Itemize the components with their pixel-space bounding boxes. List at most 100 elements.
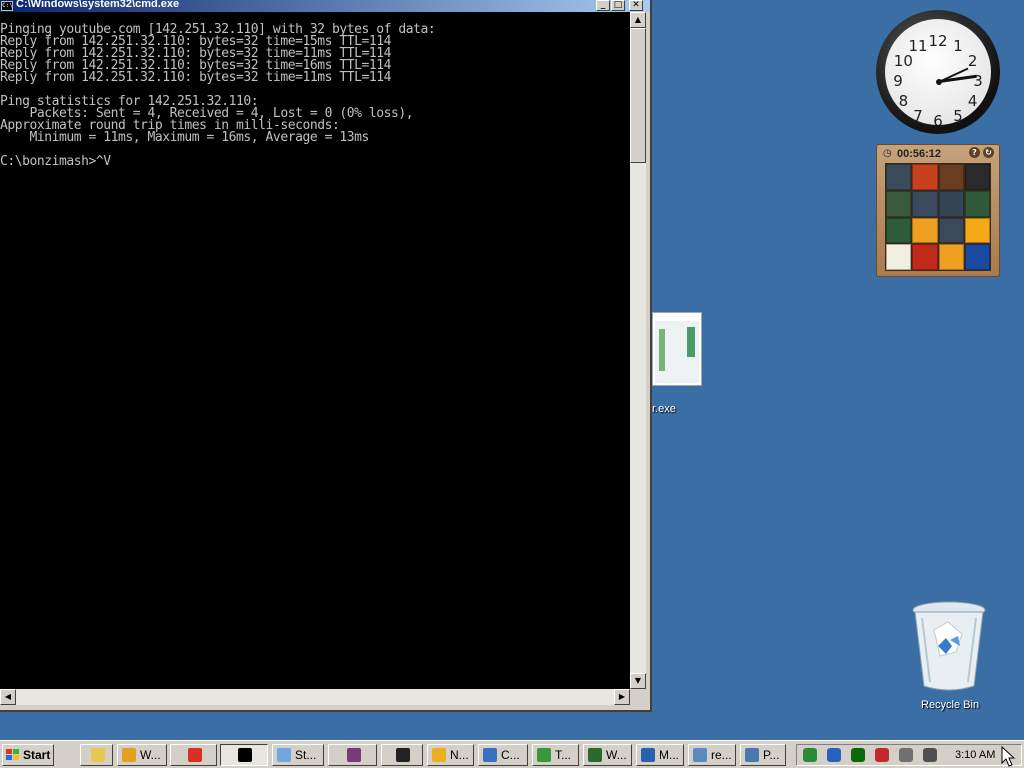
scroll-corner bbox=[630, 689, 646, 705]
puzzle-tile[interactable] bbox=[964, 244, 990, 270]
help-icon[interactable]: ? bbox=[969, 147, 980, 158]
puzzle-tile[interactable] bbox=[938, 217, 964, 244]
settings-icon bbox=[693, 748, 707, 762]
taskbar-button-label: re... bbox=[711, 748, 732, 762]
clock-number: 6 bbox=[933, 112, 943, 130]
cmd-icon bbox=[238, 748, 252, 762]
taskbar-button-label: T... bbox=[555, 748, 572, 762]
folder-icon bbox=[90, 748, 105, 762]
puzzle-tile[interactable] bbox=[912, 217, 938, 244]
winrar-icon bbox=[346, 748, 361, 762]
scroll-down-arrow[interactable]: ▼ bbox=[630, 673, 646, 689]
puzzle-tile[interactable] bbox=[886, 244, 912, 270]
terminal-icon[interactable] bbox=[851, 748, 865, 762]
volume-icon[interactable] bbox=[923, 748, 937, 762]
taskbar-button-label: M... bbox=[659, 748, 679, 762]
start-label: Start bbox=[23, 748, 51, 762]
console-line: Minimum = 11ms, Maximum = 16ms, Average … bbox=[0, 130, 370, 145]
scroll-right-arrow[interactable]: ▶ bbox=[614, 689, 630, 705]
mouse-cursor-icon bbox=[1001, 746, 1016, 767]
taskbar-button[interactable]: C... bbox=[478, 744, 528, 766]
taskbar-button[interactable]: W... bbox=[117, 744, 167, 766]
puzzle-tile[interactable] bbox=[886, 164, 912, 190]
scroll-left-arrow[interactable]: ◀ bbox=[0, 689, 16, 705]
refresh-icon[interactable] bbox=[803, 748, 817, 762]
puzzle-tile[interactable] bbox=[964, 190, 990, 217]
shield-icon bbox=[483, 748, 497, 762]
green-icon bbox=[537, 748, 551, 762]
console-output[interactable]: Pinging youtube.com [142.251.32.110] wit… bbox=[0, 12, 630, 689]
puzzle-tile[interactable] bbox=[912, 164, 938, 190]
shuffle-icon[interactable]: ↻ bbox=[983, 147, 994, 158]
shield-icon bbox=[641, 748, 655, 762]
taskbar-button[interactable]: M... bbox=[636, 744, 684, 766]
tray-clock[interactable]: 3:10 AM bbox=[955, 745, 995, 765]
taskbar-button[interactable]: T... bbox=[532, 744, 579, 766]
horizontal-scrollbar[interactable]: ◀ ▶ bbox=[0, 689, 630, 705]
cmd-window-icon[interactable]: C:\ bbox=[1, 1, 13, 11]
puzzle-tile[interactable] bbox=[964, 217, 990, 244]
document-icon bbox=[745, 748, 759, 762]
notes-icon bbox=[432, 748, 446, 762]
cmd-window[interactable]: C:\ C:\Windows\system32\cmd.exe _ □ ✕ Pi… bbox=[0, 0, 652, 712]
taskbar-button[interactable]: re... bbox=[688, 744, 736, 766]
taskbar-button[interactable]: W... bbox=[583, 744, 632, 766]
puzzle-tile[interactable] bbox=[886, 217, 912, 244]
system-tray: 3:10 AM bbox=[796, 744, 1022, 766]
recycle-bin-icon[interactable] bbox=[912, 600, 986, 692]
clock-gadget[interactable]: 12 1 2 3 4 5 6 7 8 9 10 11 bbox=[876, 10, 1000, 134]
picture-puzzle-gadget[interactable]: ◷ 00:56:12 ? ↻ bbox=[876, 144, 1000, 277]
cmd-titlebar[interactable]: C:\ C:\Windows\system32\cmd.exe _ □ ✕ bbox=[0, 0, 650, 12]
taskbar-button[interactable]: N... bbox=[427, 744, 474, 766]
recycle-bin-label[interactable]: Recycle Bin bbox=[921, 699, 979, 711]
maximize-button[interactable]: □ bbox=[611, 0, 625, 11]
taskbar-button-label: St... bbox=[295, 748, 317, 762]
window-icon bbox=[588, 748, 602, 762]
7zip-icon bbox=[396, 748, 410, 762]
close-button[interactable]: ✕ bbox=[629, 0, 643, 11]
puzzle-tile[interactable] bbox=[938, 164, 964, 190]
console-line: C:\bonzimash>^V bbox=[0, 154, 111, 169]
thumb-side-bar bbox=[687, 327, 695, 357]
console-line: Reply from 142.251.32.110: bytes=32 time… bbox=[0, 70, 391, 85]
windows-logo-icon bbox=[6, 749, 19, 760]
taskbar-button-label: P... bbox=[763, 748, 780, 762]
puzzle-timer: 00:56:12 bbox=[897, 148, 942, 160]
puzzle-grid[interactable] bbox=[885, 163, 991, 271]
exe-file-icon[interactable] bbox=[652, 312, 702, 386]
puzzle-tile[interactable] bbox=[886, 190, 912, 217]
taskbar-button[interactable] bbox=[80, 744, 113, 766]
clock-number: 8 bbox=[898, 92, 909, 110]
clock-icon: ◷ bbox=[883, 148, 892, 159]
scroll-up-arrow[interactable]: ▲ bbox=[630, 12, 646, 28]
taskbar-button[interactable]: P... bbox=[740, 744, 786, 766]
taskbar: Start W... St... N... C... T... W... M... re...… bbox=[0, 740, 1024, 768]
puzzle-tile[interactable] bbox=[938, 244, 964, 270]
thumb-green-bar bbox=[659, 329, 665, 371]
taskbar-button[interactable] bbox=[220, 744, 268, 766]
media-icon bbox=[122, 748, 136, 762]
taskbar-button-label: W... bbox=[140, 748, 161, 762]
taskbar-button[interactable] bbox=[328, 744, 377, 766]
puzzle-tile[interactable] bbox=[964, 164, 990, 190]
clock-number: 11 bbox=[908, 37, 928, 56]
taskbar-button-label: N... bbox=[450, 748, 469, 762]
exe-file-label[interactable]: r.exe bbox=[652, 403, 676, 415]
puzzle-tile[interactable] bbox=[938, 190, 964, 217]
taskbar-button[interactable] bbox=[170, 744, 217, 766]
minimize-button[interactable]: _ bbox=[596, 0, 610, 11]
scroll-thumb[interactable] bbox=[630, 28, 646, 163]
taskbar-button[interactable] bbox=[381, 744, 423, 766]
clock-center bbox=[936, 79, 942, 85]
cmd-window-title: C:\Windows\system32\cmd.exe bbox=[16, 0, 180, 10]
shield-icon[interactable] bbox=[827, 748, 841, 762]
chrome-icon bbox=[187, 748, 202, 762]
clock-number: 12 bbox=[928, 32, 948, 50]
vertical-scrollbar[interactable]: ▲ ▼ bbox=[630, 12, 646, 689]
puzzle-tile[interactable] bbox=[912, 190, 938, 217]
taskbar-button[interactable]: St... bbox=[272, 744, 324, 766]
network-icon[interactable] bbox=[899, 748, 913, 762]
puzzle-tile[interactable] bbox=[912, 244, 938, 270]
network-error-icon[interactable] bbox=[875, 748, 889, 762]
start-button[interactable]: Start bbox=[2, 744, 54, 766]
